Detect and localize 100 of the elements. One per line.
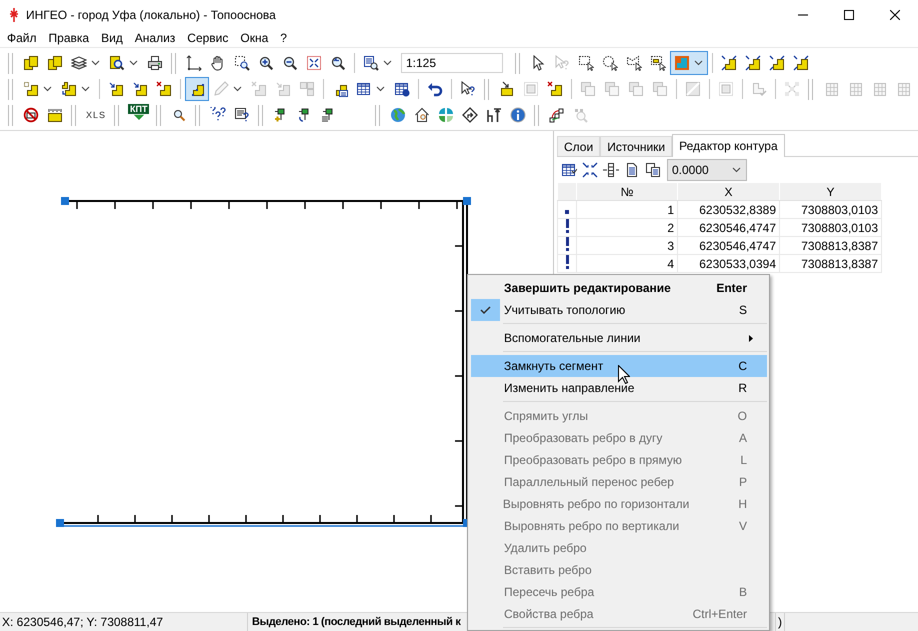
table-document-icon	[895, 81, 911, 97]
table-document-icon	[871, 81, 887, 97]
menu-item[interactable]: Замкнуть сегмент C	[471, 355, 767, 377]
menu-item-label: Завершить редактирование	[504, 281, 671, 295]
table-cell: 6230546,4747	[678, 236, 780, 254]
shape-arrows-icon	[721, 55, 737, 71]
overlapping-squares-icon	[628, 81, 644, 97]
menu-item[interactable]: Завершить редактирование Enter	[471, 277, 767, 299]
column-insert-icon	[603, 162, 619, 178]
shapes-cycle-icon	[61, 81, 77, 97]
document-icon	[624, 162, 640, 178]
ruler-icon	[47, 107, 63, 123]
layers-icon	[71, 55, 87, 71]
shape-cross-icon	[547, 81, 563, 97]
table-help-icon	[394, 81, 410, 97]
menu-item-label: Спрямить углы	[504, 409, 588, 423]
shortcut-text: O	[736, 409, 748, 423]
shape-arrows-icon	[769, 55, 785, 71]
table-cell: 7308803,0103	[780, 218, 882, 236]
shape-nodes-icon	[189, 81, 205, 97]
menu-item[interactable]: Анализ	[128, 31, 182, 45]
height-icon	[486, 107, 502, 123]
status-text: X: 6230546,47; Y: 7308811,47	[0, 613, 248, 631]
leaf-icon	[438, 107, 454, 123]
circle-select-icon	[602, 55, 618, 71]
table-cell: 4	[576, 254, 678, 272]
window-title: ИНГЕО - город Уфа (локально) - Топооснова	[26, 8, 277, 22]
selection-handle[interactable]	[61, 197, 69, 205]
menu-item[interactable]: Учитывать топологию S	[471, 299, 767, 321]
menu-item-label: Преобразовать ребро в дугу	[504, 431, 662, 445]
caret-icon	[732, 167, 741, 173]
polygon-select-icon	[626, 55, 642, 71]
kpt-button[interactable]: КПТ	[125, 103, 152, 127]
arrows-inward-icon	[582, 162, 598, 178]
menu-item[interactable]: Вид	[95, 31, 129, 45]
magnifier-arrow-icon	[330, 55, 346, 71]
table-cell: 7308813,8387	[780, 254, 882, 272]
panel-tab[interactable]: Источники	[600, 136, 672, 156]
table-cell: 6230546,4747	[678, 218, 780, 236]
menu-item-label: Замкнуть сегмент	[504, 359, 604, 373]
zoom-extent-icon	[306, 55, 322, 71]
caret-icon	[233, 86, 242, 92]
shape-arrows-icon	[793, 55, 809, 71]
shape-arrow-icon	[499, 81, 515, 97]
zoom-out-icon	[282, 55, 298, 71]
table-cell: 3	[576, 236, 678, 254]
menu-item[interactable]: Окна	[234, 31, 274, 45]
menu-item[interactable]: ?	[274, 31, 293, 45]
export-button[interactable]: XLS	[82, 103, 110, 127]
overlapping-squares-icon	[652, 81, 668, 97]
scale-field[interactable]: 1:125	[401, 53, 503, 73]
checkmark-icon	[480, 306, 491, 314]
nodes-icon	[784, 81, 800, 97]
shortcut-text: H	[737, 497, 748, 511]
documents-icon	[23, 55, 39, 71]
shape-arrow-icon	[108, 81, 124, 97]
question-marks-icon	[210, 107, 226, 123]
polygon-shape-icon	[674, 55, 690, 71]
frame-icon	[718, 81, 734, 97]
menu-item-label: Параллельный перенос ребер	[504, 475, 674, 489]
panel-tab[interactable]: Редактор контура	[672, 134, 785, 157]
shortcut-text: A	[738, 431, 748, 445]
menu-item[interactable]: Правка	[42, 31, 96, 45]
route-nodes-icon	[549, 107, 566, 123]
panel-tab[interactable]: Слои	[557, 136, 600, 156]
selection-handle[interactable]	[463, 197, 471, 205]
prohibited-icon	[23, 107, 39, 123]
documents-icon	[47, 55, 63, 71]
selection-handle[interactable]	[56, 519, 64, 527]
info-icon	[510, 107, 526, 123]
menu-item[interactable]: Сервис	[181, 31, 234, 45]
table-document-icon	[847, 81, 863, 97]
app-logo-icon	[9, 8, 19, 22]
list-question-icon	[234, 107, 250, 123]
shape-arrows-icon	[745, 55, 761, 71]
table-cell: 2	[576, 218, 678, 236]
table-cell: 6230533,0394	[678, 254, 780, 272]
shape-check-icon	[751, 81, 767, 97]
magnifier-icon	[573, 107, 590, 123]
printer-icon	[147, 55, 163, 71]
tolerance-dropdown[interactable]: 0.0000	[667, 159, 747, 181]
table-document-icon	[823, 81, 839, 97]
table-check-icon	[561, 162, 577, 178]
overlapping-squares-icon	[604, 81, 620, 97]
menu-item[interactable]: Вспомогательные линии	[471, 327, 767, 349]
shortcut-text: P	[738, 475, 748, 489]
undo-icon	[427, 81, 443, 97]
toolbar-button[interactable]	[185, 77, 209, 101]
shortcut-text: C	[737, 359, 748, 373]
shortcut-text: B	[738, 585, 748, 599]
menu-item[interactable]: Файл	[1, 31, 43, 45]
pencil-icon	[213, 81, 229, 97]
pointer-question-icon	[460, 81, 476, 97]
list-magnifier-icon	[363, 55, 379, 71]
shortcut-text: S	[738, 303, 748, 317]
menu-item[interactable]: Изменить направление R	[471, 377, 767, 399]
document-magnifier-icon	[109, 55, 125, 71]
shortcut-text: R	[737, 381, 748, 395]
table-cell: 1	[576, 200, 678, 218]
menu-item-label: Преобразовать ребро в прямую	[504, 453, 682, 467]
